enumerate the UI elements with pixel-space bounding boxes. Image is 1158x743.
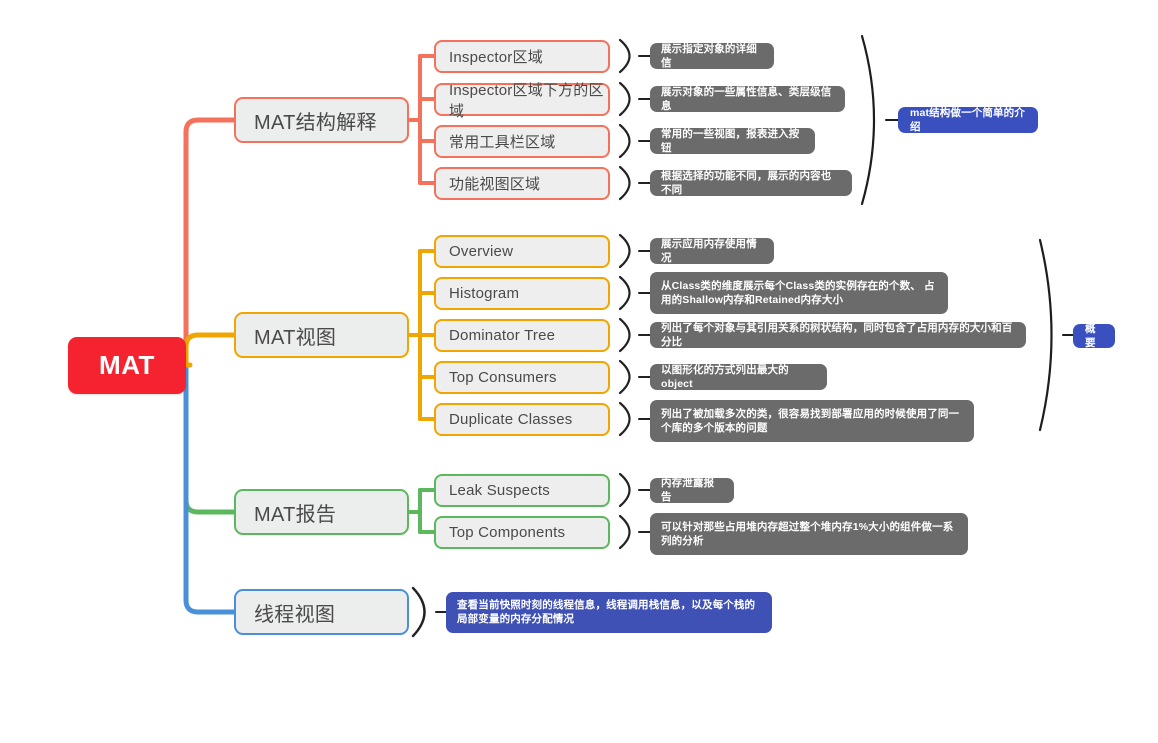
root-node-mat[interactable]: MAT	[68, 337, 186, 394]
note-text: 以图形化的方式列出最大的object	[661, 363, 789, 390]
note-text: 查看当前快照时刻的线程信息，线程调用栈信息，以及每个栈的局部变量的内存分配情况	[457, 599, 756, 625]
leaf-node-inspector-below-area[interactable]: Inspector区域下方的区域	[434, 82, 610, 120]
note-leak-suspects: 内存泄露报告	[650, 477, 734, 503]
branch-node-thread-view[interactable]: 线程视图	[234, 589, 409, 635]
leaf-node-inspector-area[interactable]: Inspector区域	[434, 40, 610, 73]
note-text: 从Class类的维度展示每个Class类的实例存在的个数、 占用的Shallow…	[661, 279, 935, 306]
leaf-node-top-consumers[interactable]: Top Consumers	[434, 361, 610, 394]
note-overview: 展示应用内存使用情况	[650, 238, 774, 264]
root-node-label: MAT	[99, 350, 155, 380]
branch-node-structure-label: MAT结构解释	[254, 111, 377, 134]
summary-badge-text: mat结构做一个简单的介绍	[910, 107, 1025, 133]
leaf-node-label: Dominator Tree	[449, 327, 556, 344]
branch-node-views-label: MAT视图	[254, 326, 337, 349]
leaf-node-dominator-tree[interactable]: Dominator Tree	[434, 319, 610, 352]
branch-node-report[interactable]: MAT报告	[234, 489, 409, 535]
note-text: 内存泄露报告	[661, 477, 715, 503]
leaf-node-histogram[interactable]: Histogram	[434, 277, 610, 310]
note-thread-view: 查看当前快照时刻的线程信息，线程调用栈信息，以及每个栈的局部变量的内存分配情况	[446, 592, 772, 633]
leaf-node-leak-suspects[interactable]: Leak Suspects	[434, 474, 610, 507]
note-text: 展示对象的一些属性信息、类层级信息	[661, 85, 832, 112]
leaf-node-label: Top Consumers	[449, 369, 557, 386]
note-function-view-area: 根据选择的功能不同，展示的内容也不同	[650, 170, 852, 196]
note-inspector-below-area: 展示对象的一些属性信息、类层级信息	[650, 86, 845, 112]
branch-node-thread-view-label: 线程视图	[254, 603, 336, 626]
leaf-node-top-components[interactable]: Top Components	[434, 516, 610, 549]
branch-node-views[interactable]: MAT视图	[234, 312, 409, 358]
leaf-node-label: Duplicate Classes	[449, 411, 573, 428]
leaf-node-label: Leak Suspects	[449, 482, 550, 499]
leaf-node-label: Inspector区域	[449, 49, 543, 66]
mindmap-canvas: MAT MAT结构解释 Inspector区域 展示指定对象的详细信 Inspe…	[0, 0, 1158, 743]
leaf-node-label: Histogram	[449, 285, 520, 302]
note-toolbar-area: 常用的一些视图，报表进入按钮	[650, 128, 815, 154]
note-text: 常用的一些视图，报表进入按钮	[661, 127, 800, 154]
note-text: 可以针对那些占用堆内存超过整个堆内存1%大小的组件做一系列的分析	[661, 520, 954, 547]
branch-node-report-label: MAT报告	[254, 503, 337, 526]
note-text: 列出了每个对象与其引用关系的树状结构，同时包含了占用内存的大小和百分比	[661, 321, 1013, 348]
summary-badge-structure: mat结构做一个简单的介绍	[898, 107, 1038, 133]
leaf-node-label: 常用工具栏区域	[449, 134, 556, 151]
leaf-node-duplicate-classes[interactable]: Duplicate Classes	[434, 403, 610, 436]
summary-badge-text: 概要	[1085, 323, 1096, 349]
branch-node-structure[interactable]: MAT结构解释	[234, 97, 409, 143]
leaf-node-label: Inspector区域下方的区域	[449, 81, 604, 120]
note-inspector-area: 展示指定对象的详细信	[650, 43, 774, 69]
leaf-node-label: Overview	[449, 243, 514, 260]
leaf-node-label: 功能视图区域	[449, 176, 541, 193]
leaf-node-toolbar-area[interactable]: 常用工具栏区域	[434, 125, 610, 158]
note-text: 展示指定对象的详细信	[661, 42, 757, 69]
summary-badge-views: 概要	[1073, 323, 1115, 349]
note-text: 根据选择的功能不同，展示的内容也不同	[661, 169, 832, 196]
note-text: 列出了被加载多次的类，很容易找到部署应用的时候使用了同一个库的多个版本的问题	[661, 407, 960, 434]
leaf-node-function-view-area[interactable]: 功能视图区域	[434, 167, 610, 200]
leaf-node-label: Top Components	[449, 524, 566, 541]
note-dominator-tree: 列出了每个对象与其引用关系的树状结构，同时包含了占用内存的大小和百分比	[650, 322, 1026, 348]
note-text: 展示应用内存使用情况	[661, 237, 757, 264]
note-histogram: 从Class类的维度展示每个Class类的实例存在的个数、 占用的Shallow…	[650, 272, 948, 314]
leaf-node-overview[interactable]: Overview	[434, 235, 610, 268]
note-top-consumers: 以图形化的方式列出最大的object	[650, 364, 827, 390]
note-top-components: 可以针对那些占用堆内存超过整个堆内存1%大小的组件做一系列的分析	[650, 513, 968, 555]
note-duplicate-classes: 列出了被加载多次的类，很容易找到部署应用的时候使用了同一个库的多个版本的问题	[650, 400, 974, 442]
